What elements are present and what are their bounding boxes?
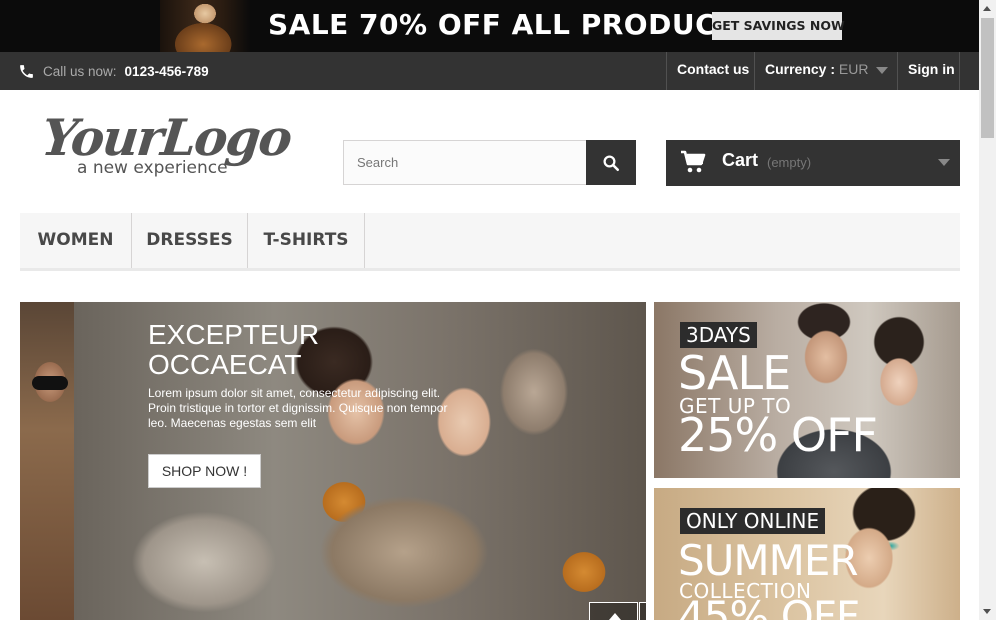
search-field[interactable] (343, 140, 587, 185)
sign-in-link[interactable]: Sign in (897, 52, 960, 90)
slider-next-button[interactable] (639, 602, 646, 620)
chevron-down-icon (938, 159, 950, 166)
search-icon (603, 155, 620, 171)
search-input[interactable] (344, 141, 586, 184)
get-savings-button[interactable]: GET SAVINGS NOW (712, 12, 845, 40)
menu-item-women[interactable]: WOMEN (20, 213, 132, 268)
call-us: Call us now: 0123-456-789 (18, 52, 209, 90)
currency-label: Currency : (765, 61, 836, 77)
top-promo-banner[interactable]: SALE 70% OFF ALL PRODUCTS GET SAVINGS NO… (0, 0, 979, 52)
homepage-slider[interactable]: EXCEPTEUR OCCAECAT Lorem ipsum dolor sit… (20, 302, 646, 620)
chevron-down-icon (876, 67, 888, 74)
slide-title-line2: OCCAECAT (148, 349, 302, 380)
shop-now-button[interactable]: SHOP NOW ! (148, 454, 261, 488)
cart-button[interactable]: Cart (empty) (666, 140, 960, 186)
call-label: Call us now: (43, 63, 117, 79)
slider-prev-button[interactable] (589, 602, 638, 620)
page-scrollbar[interactable] (979, 0, 996, 620)
scroll-down-arrow-icon[interactable] (979, 603, 996, 620)
page: SALE 70% OFF ALL PRODUCTS GET SAVINGS NO… (0, 0, 996, 620)
cart-icon (681, 150, 706, 173)
phone-number: 0123-456-789 (124, 63, 209, 79)
cart-label: Cart (722, 150, 759, 170)
cart-status: (empty) (767, 155, 812, 170)
search-button[interactable] (586, 140, 636, 185)
scroll-up-arrow-icon[interactable] (979, 0, 996, 17)
banner-headline: SALE 70% OFF ALL PRODUCTS (268, 8, 757, 41)
sunglasses-detail (32, 376, 68, 390)
phone-icon (20, 64, 33, 78)
slider-controls (589, 602, 646, 620)
currency-selector[interactable]: Currency : EUR (754, 52, 898, 90)
slide-title-line1: EXCEPTEUR (148, 319, 320, 350)
currency-value: EUR (838, 61, 869, 77)
promo-banner-sale[interactable]: 3DAYS SALE GET UP TO 25% OFF (654, 302, 960, 478)
slide-image: EXCEPTEUR OCCAECAT Lorem ipsum dolor sit… (74, 302, 646, 620)
promo-tag: ONLY ONLINE (680, 508, 826, 534)
menu-item-dresses[interactable]: DRESSES (132, 213, 248, 268)
banner-model-image (160, 0, 250, 52)
promo-banner-summer[interactable]: ONLY ONLINE SUMMER COLLECTION 45% OFF (654, 488, 960, 620)
scroll-thumb[interactable] (981, 18, 994, 138)
promo-headline: SUMMER (678, 536, 859, 585)
top-nav-bar: Call us now: 0123-456-789 Contact us Cur… (0, 52, 979, 90)
previous-slide-image (20, 302, 74, 620)
slide-title: EXCEPTEUR OCCAECAT (148, 320, 319, 380)
menu-item-t-shirts[interactable]: T-SHIRTS (248, 213, 365, 268)
logo-tagline: a new experience (77, 158, 228, 178)
promo-headline: SALE (678, 346, 791, 400)
slide-description: Lorem ipsum dolor sit amet, consectetur … (148, 386, 448, 430)
contact-us-link[interactable]: Contact us (666, 52, 755, 90)
promo-offer: 45% OFF (678, 592, 860, 620)
site-logo[interactable]: YourLogo a new experience (39, 108, 293, 180)
promo-tag: 3DAYS (680, 322, 757, 348)
main-menu: WOMEN DRESSES T-SHIRTS (20, 213, 960, 271)
promo-offer: 25% OFF (678, 408, 878, 462)
